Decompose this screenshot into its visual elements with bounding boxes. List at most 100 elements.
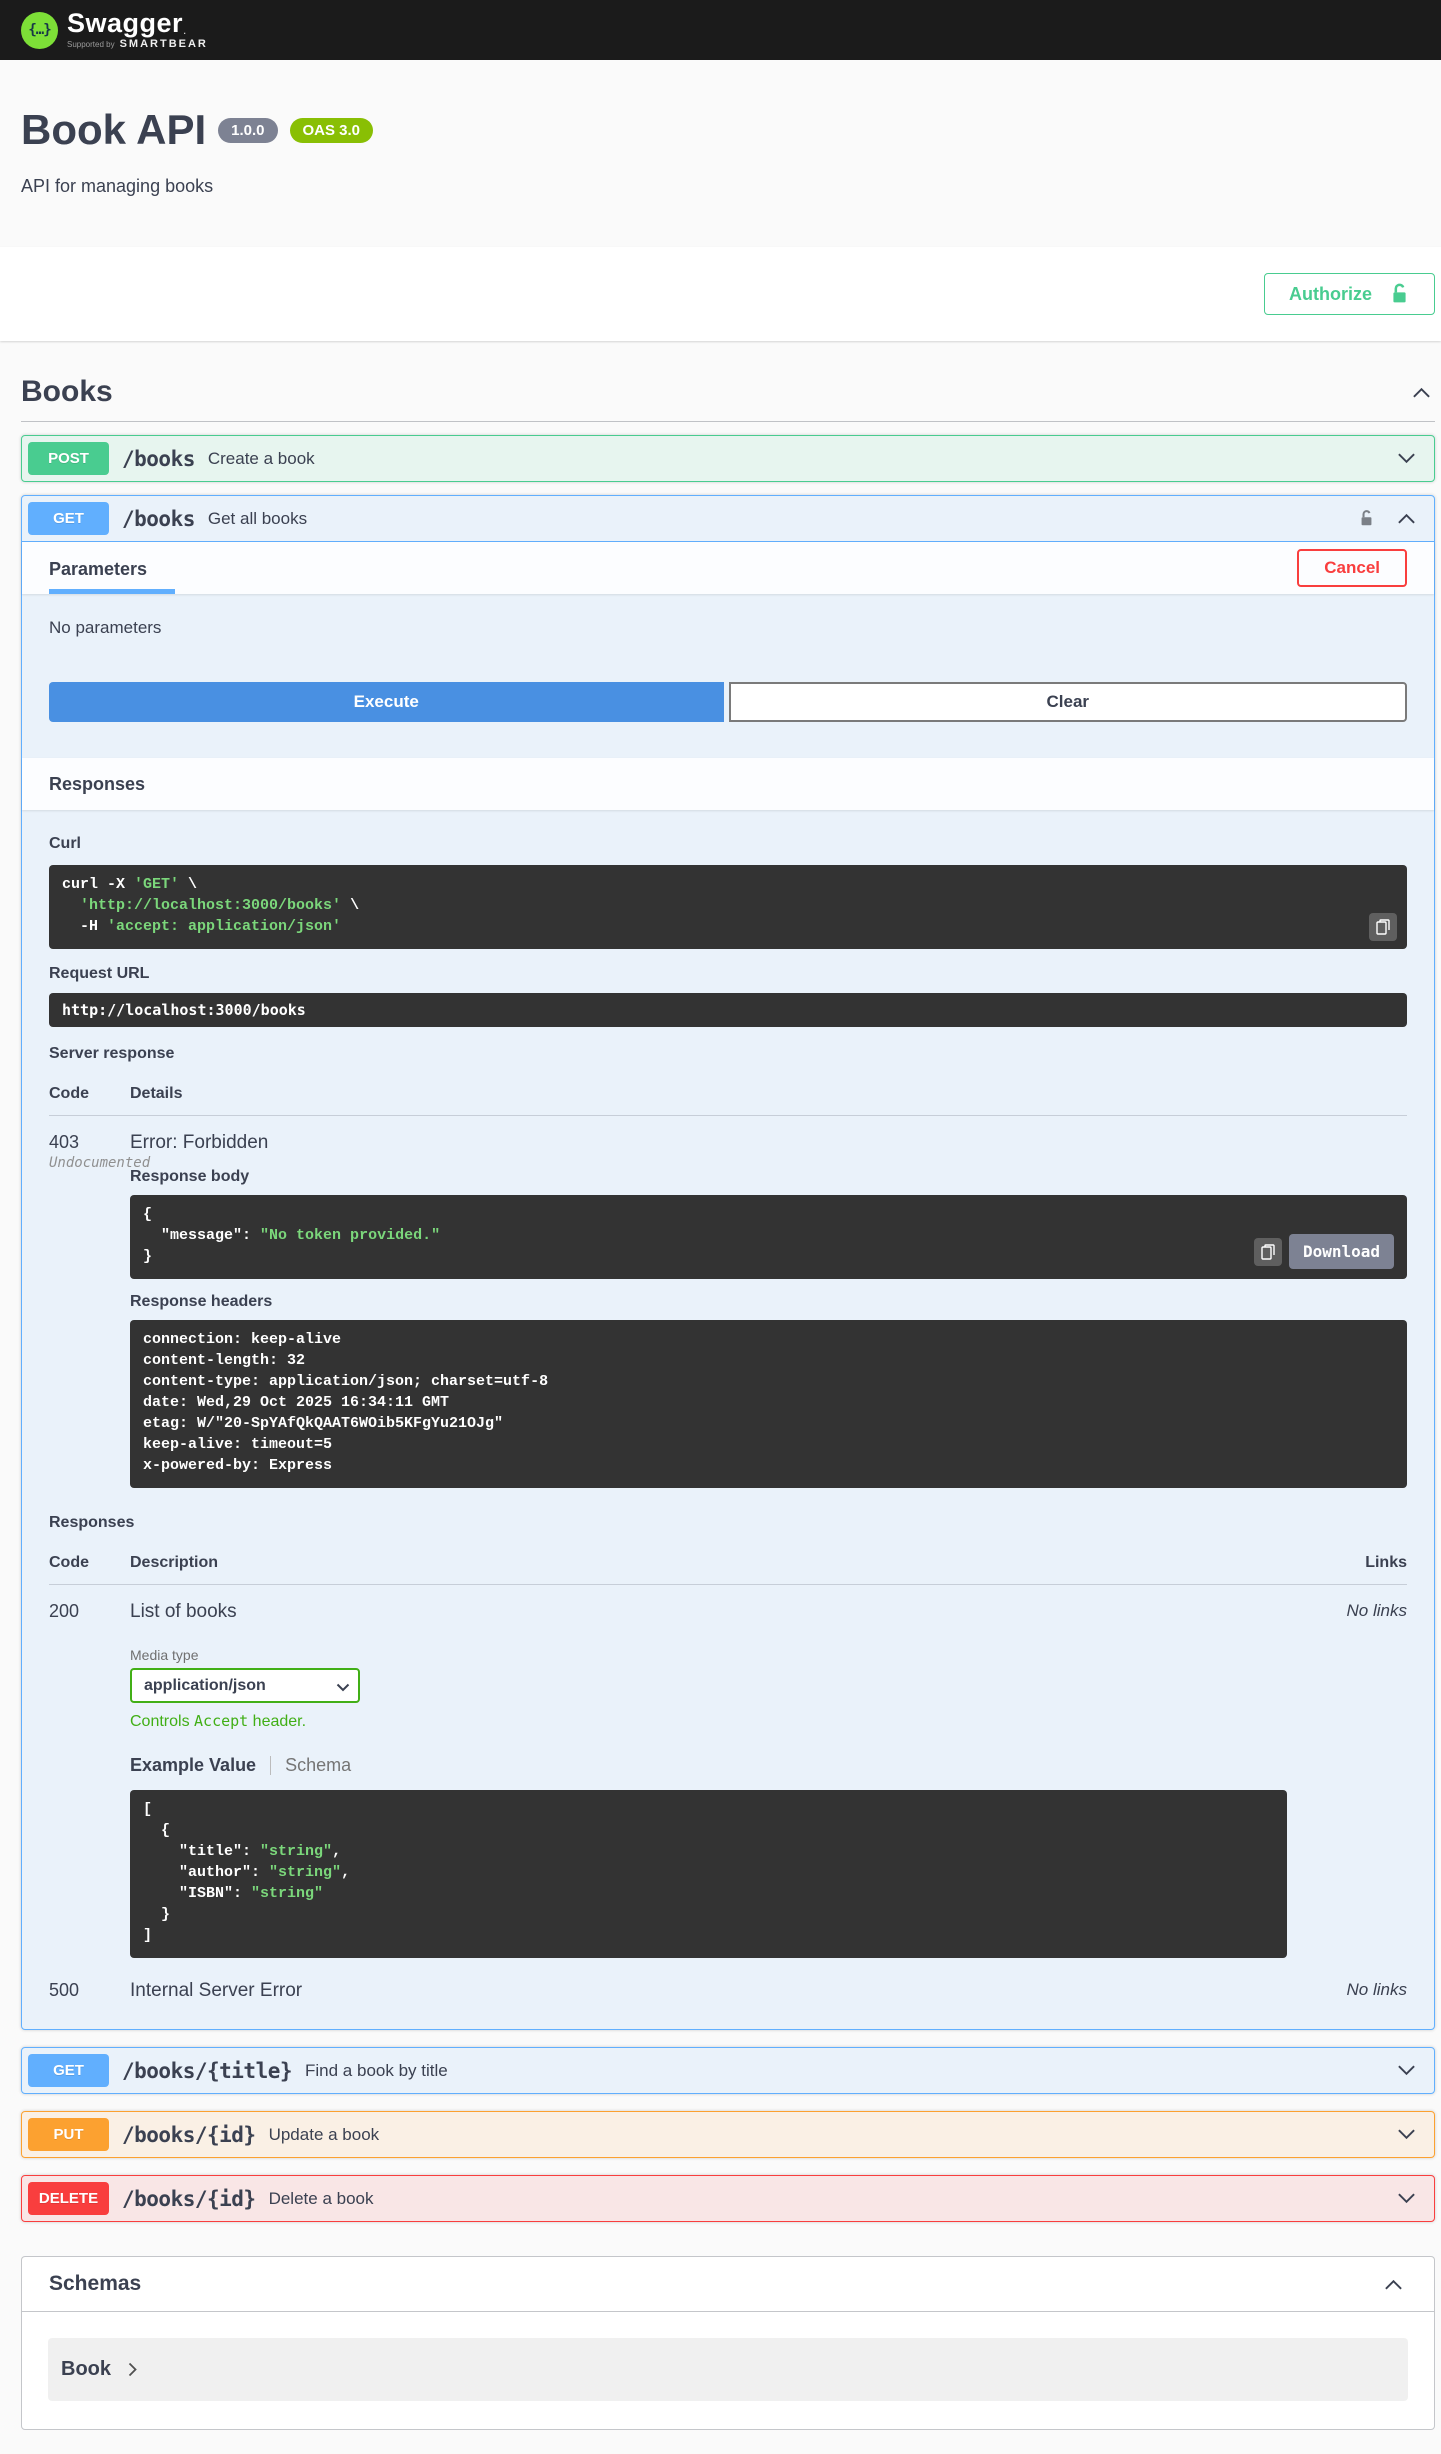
chevron-down-icon xyxy=(1397,2064,1416,2077)
col-header-description: Description xyxy=(130,1554,219,1571)
opblock-summary-post-books[interactable]: POST /books Create a book xyxy=(22,436,1434,481)
response-body-label: Response body xyxy=(130,1168,250,1185)
server-response-label: Server response xyxy=(49,1045,175,1062)
parameters-section-header: Parameters Cancel xyxy=(22,542,1434,594)
method-badge-put: PUT xyxy=(28,2118,109,2151)
op-path: /books/{id} xyxy=(122,2122,256,2147)
response-row-200: 200 List of books Media type application… xyxy=(49,1585,1407,1958)
method-badge-delete: DELETE xyxy=(28,2182,109,2215)
op-summary: Create a book xyxy=(207,448,315,468)
api-description: API for managing books xyxy=(21,176,214,196)
tab-separator xyxy=(270,1756,272,1775)
brand-mark: . xyxy=(183,23,187,37)
opblock-summary-get-books[interactable]: GET /books Get all books xyxy=(22,496,1434,542)
response-body-block: { "message": "No token provided." } Down… xyxy=(130,1195,1407,1279)
col-header-details: Details xyxy=(130,1085,183,1102)
copy-response-button[interactable] xyxy=(1253,1237,1282,1266)
brand-title: Swagger xyxy=(67,8,184,38)
tag-title: Books xyxy=(21,375,113,408)
copy-icon xyxy=(1261,1243,1275,1260)
op-path: /books/{id} xyxy=(122,2186,256,2211)
expand-delete-book-button[interactable] xyxy=(1393,2188,1420,2209)
responses-section-header: Responses xyxy=(22,758,1434,810)
col-header-links: Links xyxy=(1365,1554,1407,1571)
op-path: /books xyxy=(122,446,195,471)
request-url-label: Request URL xyxy=(49,965,150,982)
tag-section-books[interactable]: Books xyxy=(21,367,1435,422)
expand-post-books-button[interactable] xyxy=(1393,448,1420,469)
response-row-500: 500 Internal Server Error No links xyxy=(49,1958,1407,2002)
swagger-braces-glyph: {…} xyxy=(28,22,51,38)
controls-accept-note: Controls Accept header. xyxy=(130,1712,1287,1731)
response-headers-label: Response headers xyxy=(130,1293,273,1310)
collapse-books-button[interactable] xyxy=(1408,382,1435,403)
page-title: Book API xyxy=(21,106,207,153)
request-url-value: http://localhost:3000/books xyxy=(49,993,1407,1027)
authorize-button[interactable]: Authorize xyxy=(1264,273,1435,315)
chevron-down-icon xyxy=(1397,2192,1416,2205)
method-badge-get: GET xyxy=(28,502,109,535)
curl-command-text[interactable]: curl -X 'GET' \ 'http://localhost:3000/b… xyxy=(49,865,1407,949)
opblock-summary-get-book-by-title[interactable]: GET /books/{title} Find a book by title xyxy=(22,2048,1434,2093)
opblock-summary-delete-book[interactable]: DELETE /books/{id} Delete a book xyxy=(22,2176,1434,2221)
auth-lock-button[interactable] xyxy=(1354,504,1379,533)
response-headers-text: connection: keep-alive content-length: 3… xyxy=(143,1331,549,1474)
schemas-header[interactable]: Schemas xyxy=(22,2257,1434,2312)
collapse-get-books-button[interactable] xyxy=(1393,508,1420,529)
responses-header-title: Responses xyxy=(49,773,146,794)
model-book[interactable]: Book xyxy=(48,2338,1408,2401)
method-badge-post: POST xyxy=(28,442,109,475)
method-badge-get: GET xyxy=(28,2054,109,2087)
chevron-down-icon xyxy=(1397,452,1416,465)
opblock-get-book-by-title: GET /books/{title} Find a book by title xyxy=(21,2047,1435,2094)
server-response-table: Code Details 403 Undocumented Error: For… xyxy=(49,1075,1407,1488)
op-path: /books xyxy=(122,506,195,531)
status-code: 403 xyxy=(49,1132,80,1152)
clear-button[interactable]: Clear xyxy=(728,682,1407,722)
chevron-up-icon xyxy=(1384,2278,1403,2291)
response-body-text[interactable]: { "message": "No token provided." } xyxy=(130,1195,1407,1279)
response-headers-block: connection: keep-alive content-length: 3… xyxy=(130,1320,1407,1488)
op-summary: Find a book by title xyxy=(305,2060,448,2080)
version-badge: 1.0.0 xyxy=(218,117,278,143)
cancel-button[interactable]: Cancel xyxy=(1297,549,1407,587)
swagger-logo-icon: {…} xyxy=(21,11,58,49)
copy-curl-button[interactable] xyxy=(1369,913,1397,941)
status-code: 200 xyxy=(49,1601,80,1621)
links-value: No links xyxy=(1346,1980,1407,1999)
response-description: List of books xyxy=(130,1601,237,1622)
server-response-row-403: 403 Undocumented Error: Forbidden Respon… xyxy=(49,1116,1407,1488)
opblock-put-book: PUT /books/{id} Update a book xyxy=(21,2111,1435,2158)
col-header-code: Code xyxy=(49,1554,89,1571)
execute-button[interactable]: Execute xyxy=(49,682,724,722)
chevron-up-icon xyxy=(1412,386,1431,399)
expand-put-book-button[interactable] xyxy=(1393,2124,1420,2145)
media-type-label: Media type xyxy=(130,1647,199,1663)
opblock-body: Parameters Cancel No parameters Execute … xyxy=(22,542,1434,2029)
oas-badge: OAS 3.0 xyxy=(289,117,374,143)
opblock-summary-put-book[interactable]: PUT /books/{id} Update a book xyxy=(22,2112,1434,2157)
lock-icon xyxy=(1358,508,1375,529)
example-value-block: [ { "title": "string", "author": "string… xyxy=(130,1790,1287,1958)
chevron-down-icon xyxy=(1397,2128,1416,2141)
curl-command-block: curl -X 'GET' \ 'http://localhost:3000/b… xyxy=(49,865,1407,949)
op-summary: Delete a book xyxy=(268,2188,374,2208)
model-name: Book xyxy=(61,2358,111,2380)
schemas-title: Schemas xyxy=(49,2272,142,2295)
op-summary: Get all books xyxy=(207,508,308,528)
model-example-tabs: Example Value Schema xyxy=(130,1755,1287,1776)
tab-schema[interactable]: Schema xyxy=(285,1755,351,1776)
collapse-schemas-button[interactable] xyxy=(1380,2274,1407,2295)
download-button[interactable]: Download xyxy=(1288,1234,1394,1269)
tab-example-value[interactable]: Example Value xyxy=(130,1755,256,1776)
op-summary: Update a book xyxy=(268,2124,380,2144)
unlock-icon xyxy=(1389,282,1410,306)
media-type-select[interactable]: application/json xyxy=(130,1668,360,1703)
response-description: Internal Server Error xyxy=(130,1980,303,2001)
swagger-logo[interactable]: {…} Swagger . Supported by SMARTBEAR xyxy=(21,10,208,50)
response-description: Error: Forbidden xyxy=(130,1132,269,1153)
expand-get-book-by-title-button[interactable] xyxy=(1393,2060,1420,2081)
copy-icon xyxy=(1376,919,1390,935)
accept-note-header-name: Accept xyxy=(194,1712,249,1730)
example-value-text: [ { "title": "string", "author": "string… xyxy=(143,1801,351,1944)
